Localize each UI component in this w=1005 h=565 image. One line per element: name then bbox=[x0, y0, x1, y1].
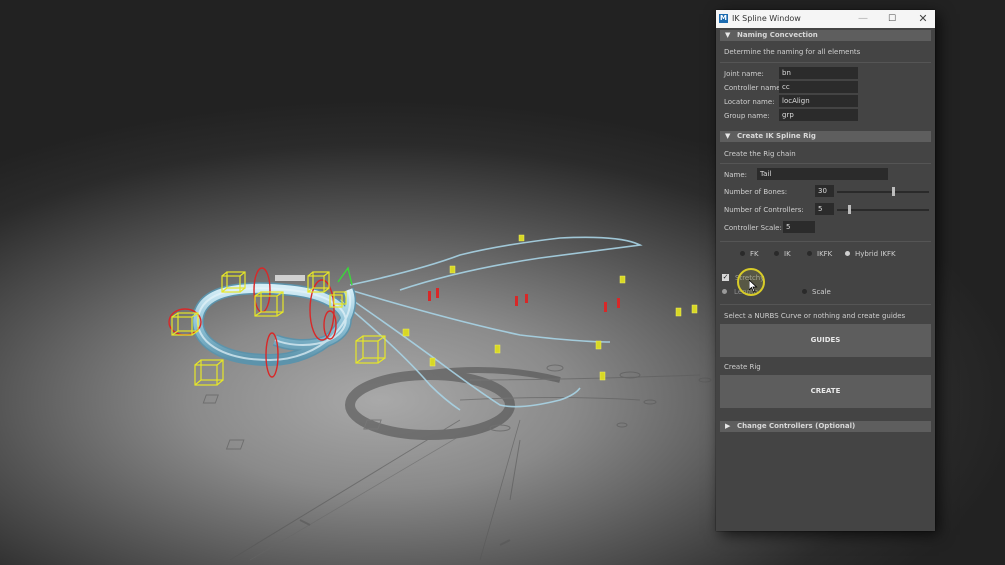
bones-label: Number of Bones: bbox=[724, 188, 788, 196]
section-change-controllers-header[interactable]: ▶ Change Controllers (Optional) bbox=[720, 421, 931, 432]
stretch-length-radio[interactable] bbox=[722, 289, 727, 294]
rig-type-ikfk-radio[interactable] bbox=[807, 251, 812, 256]
guides-description: Select a NURBS Curve or nothing and crea… bbox=[724, 312, 906, 320]
create-rig-description: Create Rig bbox=[724, 363, 761, 371]
window-title: IK Spline Window bbox=[732, 14, 801, 23]
triangle-right-icon: ▶ bbox=[725, 422, 731, 430]
controllers-label: Number of Controllers: bbox=[724, 206, 804, 214]
rig-description: Create the Rig chain bbox=[724, 150, 796, 158]
rig-type-fk-radio[interactable] bbox=[740, 251, 745, 256]
maya-app-icon: M bbox=[719, 14, 728, 23]
joint-name-label: Joint name: bbox=[724, 70, 764, 78]
section-rig-header[interactable]: ▼ Create IK Spline Rig bbox=[720, 131, 931, 142]
create-button[interactable]: CREATE bbox=[720, 375, 931, 408]
group-name-label: Group name: bbox=[724, 112, 770, 120]
stretchy-checkbox[interactable]: ✓ bbox=[722, 274, 729, 281]
controller-name-field[interactable]: cc bbox=[779, 81, 858, 93]
rig-name-field[interactable]: Tail bbox=[757, 168, 888, 180]
rig-type-hybrid-ikfk-label: Hybrid IKFK bbox=[855, 250, 896, 258]
section-naming-header[interactable]: ▼ Naming Concvection bbox=[720, 30, 931, 41]
joint-name-field[interactable]: bn bbox=[779, 67, 858, 79]
locator-name-field[interactable]: locAlign bbox=[779, 95, 858, 107]
triangle-down-icon: ▼ bbox=[725, 31, 731, 39]
maximize-button[interactable]: ☐ bbox=[882, 12, 902, 26]
controller-name-label: Controller name: bbox=[724, 84, 783, 92]
rig-type-fk-label: FK bbox=[750, 250, 759, 258]
section-naming-title: Naming Concvection bbox=[737, 31, 818, 39]
stretch-scale-radio[interactable] bbox=[802, 289, 807, 294]
section-rig-title: Create IK Spline Rig bbox=[737, 132, 816, 140]
rig-name-label: Name: bbox=[724, 171, 748, 179]
controllers-slider-handle[interactable] bbox=[848, 205, 852, 214]
close-button[interactable]: ✕ bbox=[913, 12, 933, 26]
divider bbox=[720, 304, 931, 305]
divider bbox=[720, 62, 931, 63]
green-locator bbox=[337, 266, 353, 286]
naming-description: Determine the naming for all elements bbox=[724, 48, 861, 56]
bones-slider[interactable] bbox=[837, 191, 929, 193]
section-change-controllers-title: Change Controllers (Optional) bbox=[737, 422, 856, 430]
window-titlebar[interactable]: M IK Spline Window — ☐ ✕ bbox=[716, 10, 935, 28]
triangle-down-icon: ▼ bbox=[725, 132, 731, 140]
minimize-button[interactable]: — bbox=[853, 12, 873, 26]
arrow-cursor-icon bbox=[749, 280, 758, 293]
bones-slider-handle[interactable] bbox=[892, 187, 896, 196]
locator-name-label: Locator name: bbox=[724, 98, 775, 106]
rig-type-ik-radio[interactable] bbox=[774, 251, 779, 256]
stretch-scale-label: Scale bbox=[812, 288, 831, 296]
rig-type-hybrid-ikfk-radio[interactable] bbox=[845, 251, 850, 256]
controller-scale-label: Controller Scale: bbox=[724, 224, 782, 232]
divider bbox=[720, 163, 931, 164]
red-joint-markers bbox=[428, 288, 620, 312]
guides-button[interactable]: GUIDES bbox=[720, 324, 931, 357]
group-name-field[interactable]: grp bbox=[779, 109, 858, 121]
ground-shadows bbox=[202, 364, 712, 561]
rig-type-ik-label: IK bbox=[784, 250, 791, 258]
divider bbox=[720, 241, 931, 242]
bones-field[interactable]: 30 bbox=[815, 185, 834, 197]
controllers-field[interactable]: 5 bbox=[815, 203, 834, 215]
controller-scale-field[interactable]: 5 bbox=[783, 221, 815, 233]
ik-spline-window: M IK Spline Window — ☐ ✕ ▼ Naming Concve… bbox=[716, 10, 935, 531]
rig-type-ikfk-label: IKFK bbox=[817, 250, 833, 258]
